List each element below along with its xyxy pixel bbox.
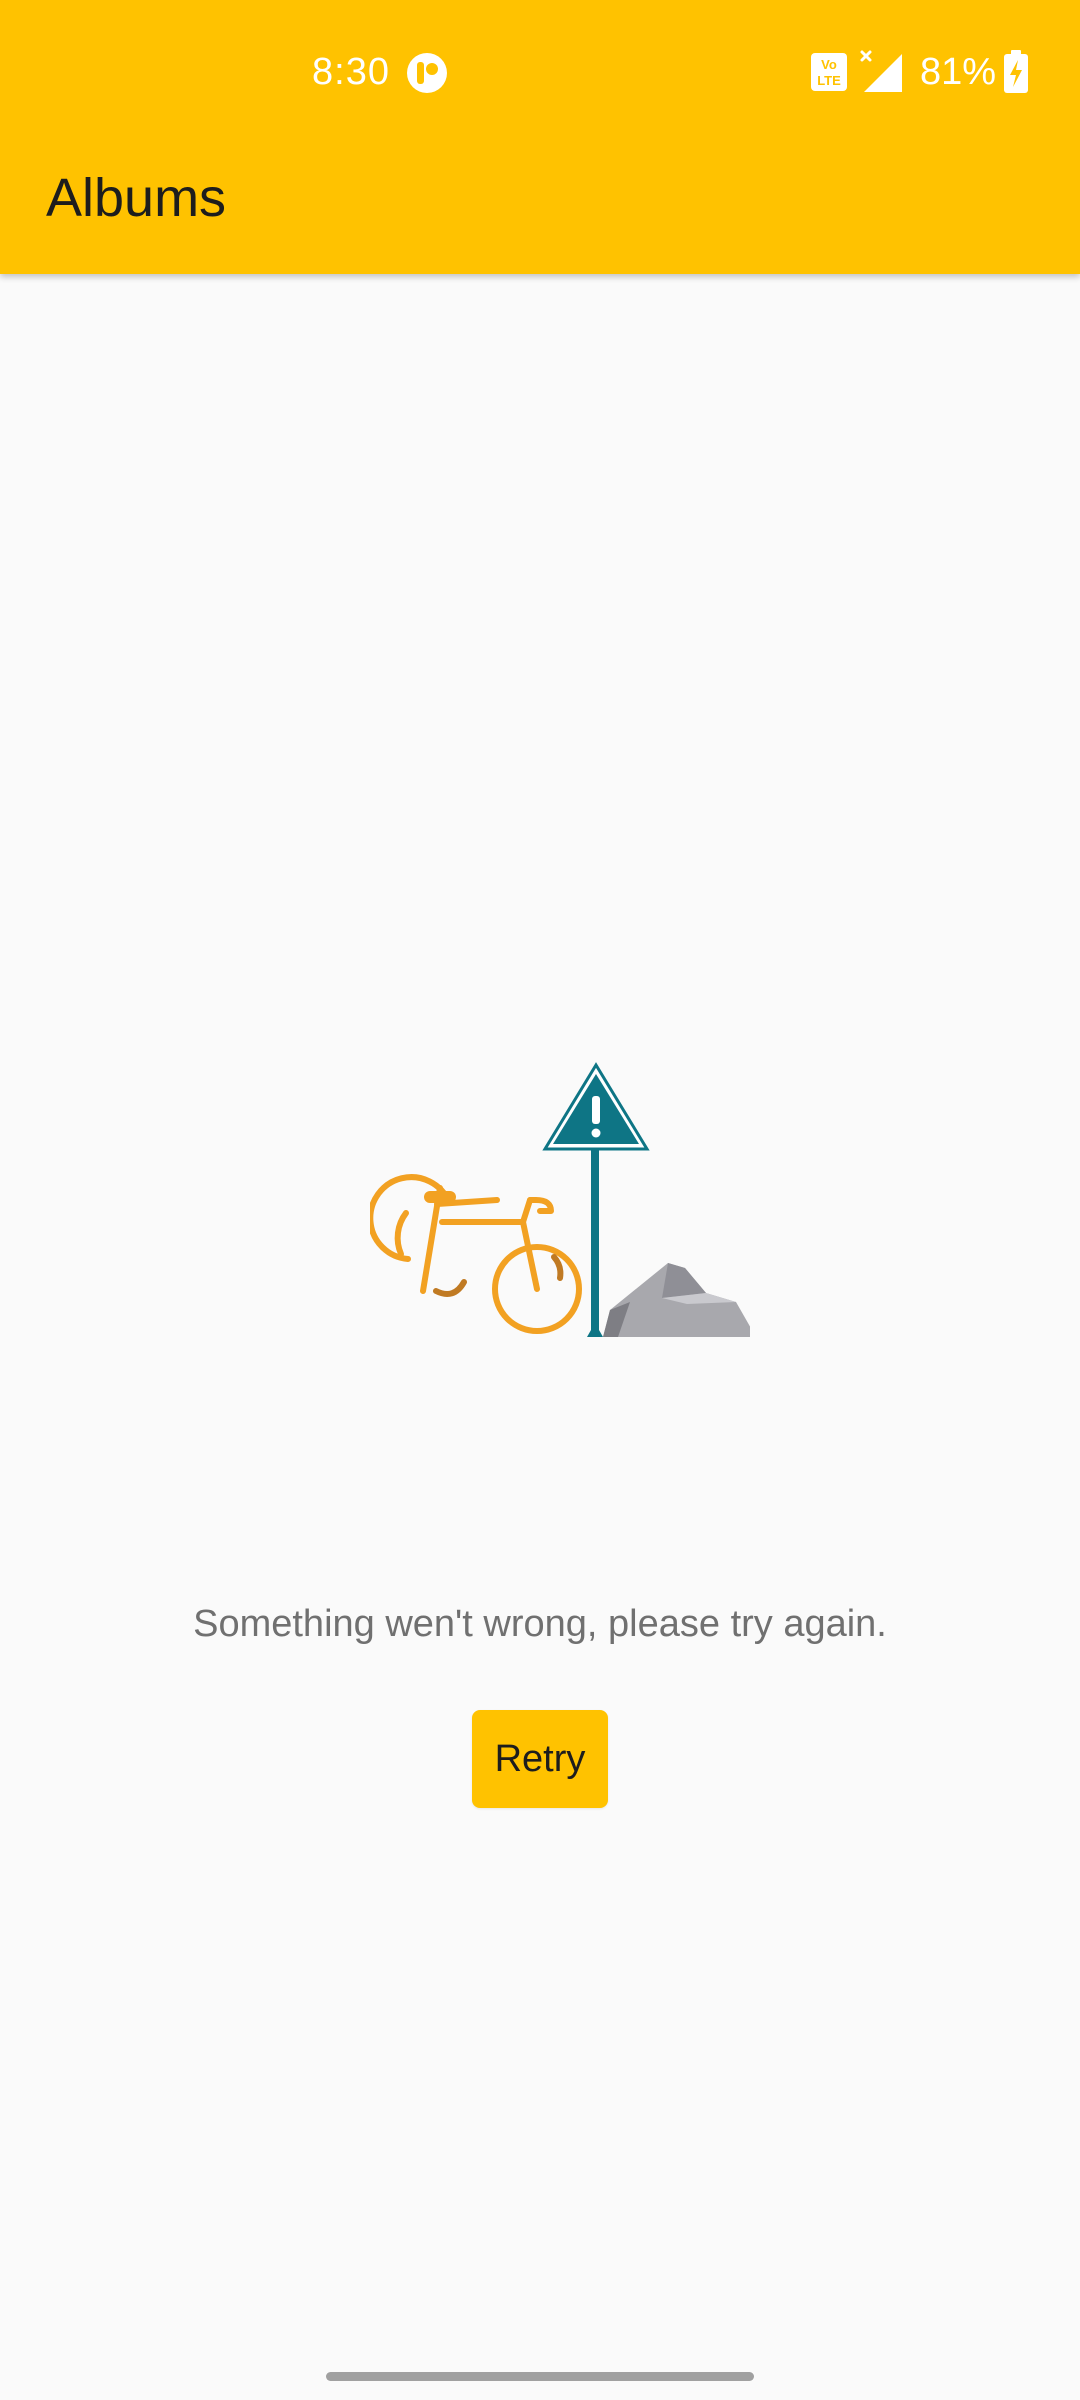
status-bar: 8:30 Vo LTE 81% [0,0,1080,142]
app-header: 8:30 Vo LTE 81% Albums [0,0,1080,274]
battery-percent: 81% [920,51,997,93]
error-message: Something wen't wrong, please try again. [193,1603,887,1645]
volte-icon: Vo LTE [811,53,847,91]
home-indicator[interactable] [326,2372,754,2381]
svg-text:LTE: LTE [817,73,841,88]
error-illustration [370,1062,750,1337]
rock-icon [603,1263,750,1337]
notification-app-icon [407,53,447,93]
battery-charging-icon [1004,50,1028,93]
app-title: Albums [46,168,227,228]
retry-button[interactable]: Retry [472,1710,608,1808]
status-time: 8:30 [312,51,390,93]
signal-no-data-icon [860,50,902,92]
bicycle-icon [370,1174,582,1334]
svg-text:Vo: Vo [821,57,837,72]
